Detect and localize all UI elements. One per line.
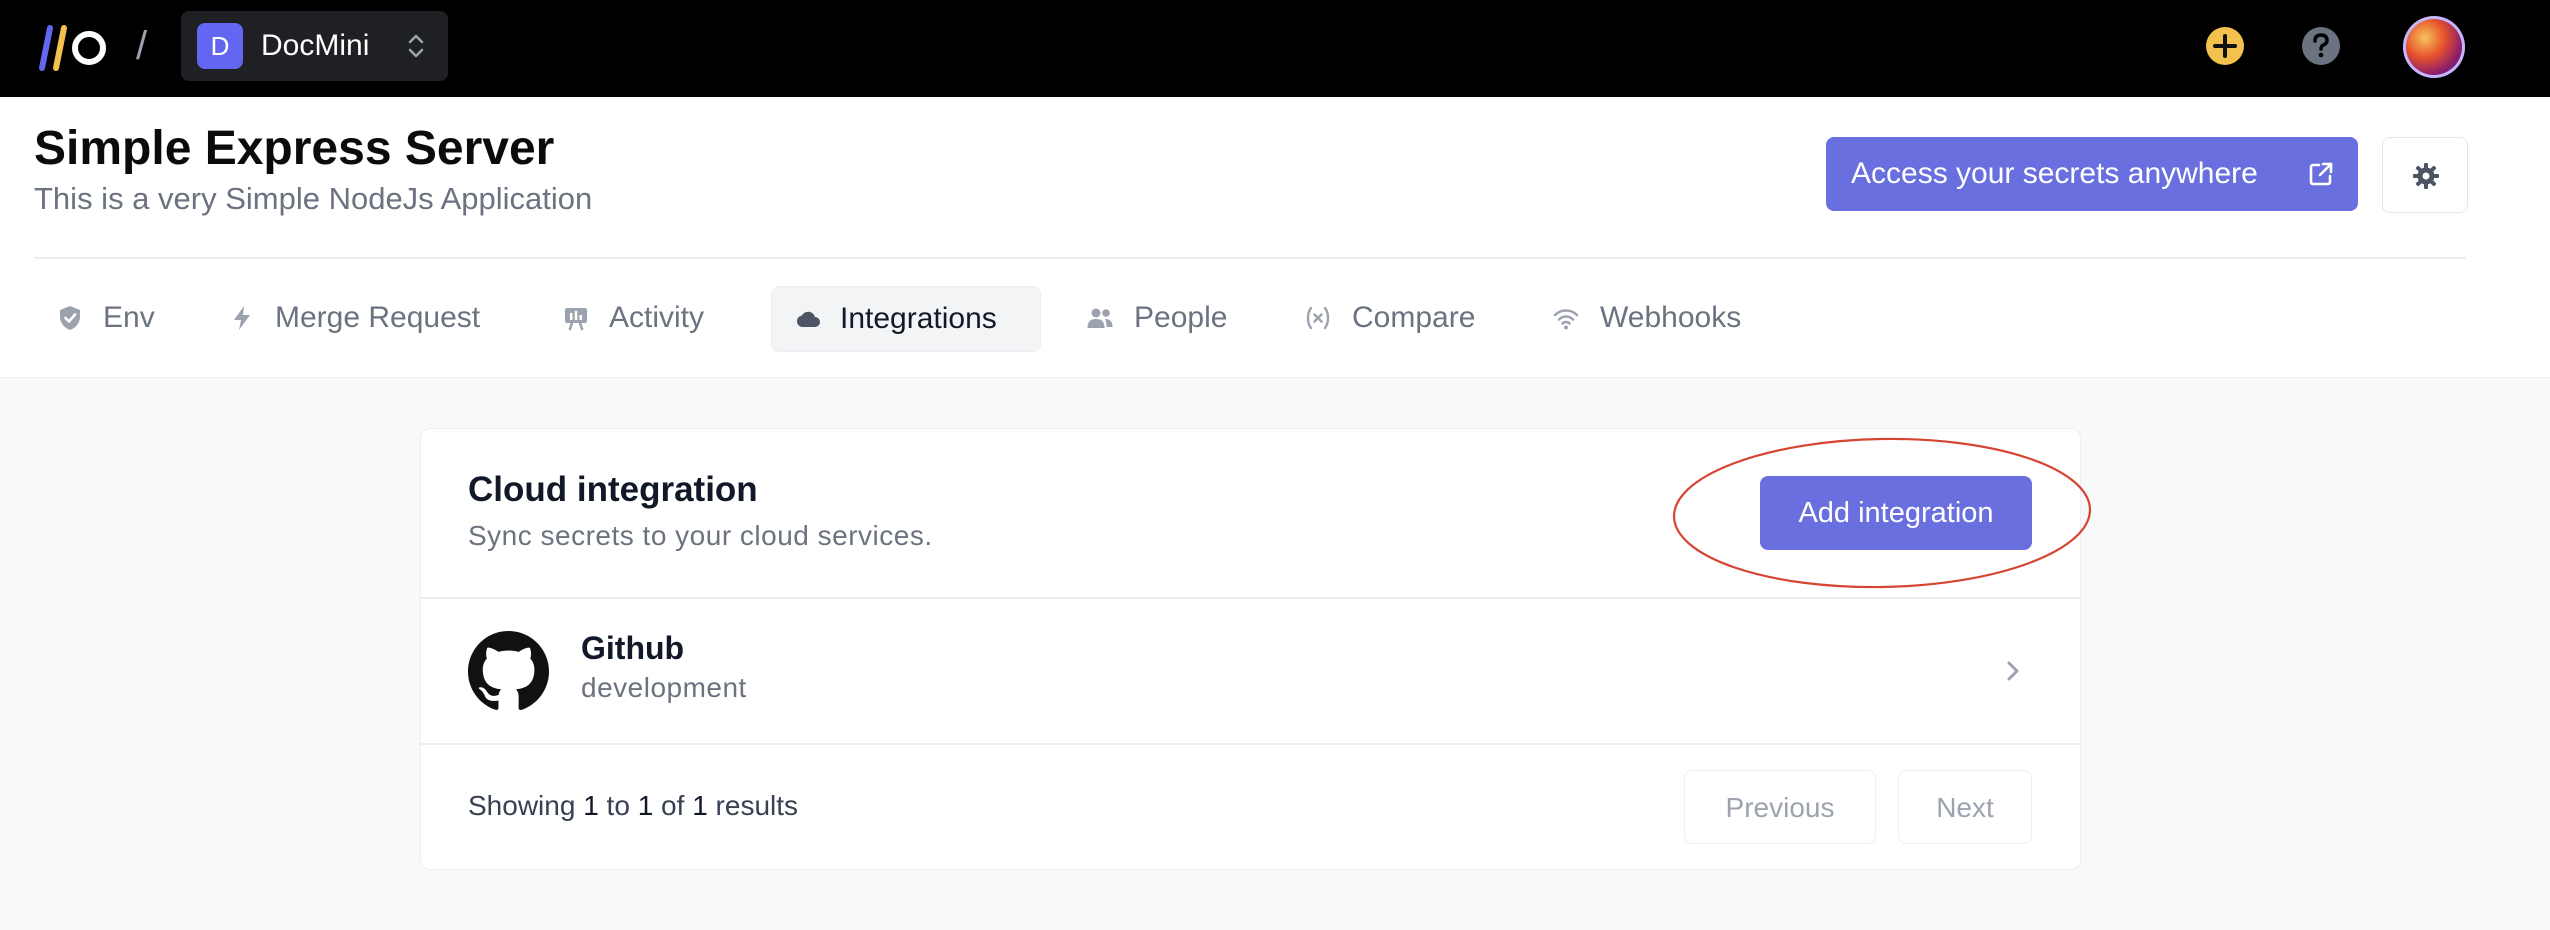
results-suffix: results (715, 790, 799, 821)
help-icon[interactable] (2297, 22, 2345, 70)
access-secrets-button[interactable]: Access your secrets anywhere (1826, 137, 2358, 211)
page-subtitle: This is a very Simple NodeJs Application (34, 181, 593, 216)
next-page-button[interactable]: Next (1898, 770, 2032, 844)
org-name: DocMini (261, 29, 370, 62)
project-header: Simple Express Server This is a very Sim… (0, 97, 2550, 378)
tab-webhooks-label: Webhooks (1600, 301, 1742, 334)
card-divider (421, 743, 2080, 745)
tab-compare[interactable]: Compare (1290, 286, 1504, 350)
integration-environment: development (581, 672, 747, 703)
tab-people-label: People (1134, 301, 1228, 334)
chevron-right-icon (2007, 661, 2019, 681)
external-link-icon (2309, 162, 2333, 186)
previous-page-button[interactable]: Previous (1684, 770, 1876, 844)
tab-people[interactable]: People (1072, 286, 1262, 350)
card-title: Cloud integration (468, 470, 758, 509)
results-total: 1 (692, 790, 708, 821)
org-avatar: D (197, 23, 243, 69)
app-logo-icon[interactable] (32, 24, 112, 72)
tab-integrations-label: Integrations (840, 302, 997, 335)
tab-merge-request[interactable]: Merge Request (212, 286, 502, 350)
chevron-up-down-icon (408, 34, 424, 58)
tab-integrations[interactable]: Integrations (771, 286, 1041, 352)
presentation-chart-icon (565, 308, 587, 331)
header-divider (34, 257, 2466, 259)
bolt-icon (234, 306, 250, 330)
page-title: Simple Express Server (34, 122, 555, 175)
tab-activity-label: Activity (609, 301, 705, 334)
results-to: 1 (637, 790, 654, 821)
users-icon (1087, 308, 1113, 328)
top-navbar: / D DocMini (0, 0, 2550, 97)
results-of-word: of (661, 790, 685, 821)
variable-icon (1306, 306, 1330, 330)
integration-name: Github (581, 630, 685, 666)
organization-switcher[interactable]: D DocMini (181, 11, 448, 81)
project-settings-button[interactable] (2382, 137, 2468, 213)
github-icon (468, 631, 549, 711)
tab-env-label: Env (103, 301, 155, 334)
user-avatar[interactable] (2403, 16, 2465, 78)
breadcrumb-separator: / (136, 24, 148, 68)
cloud-icon (796, 311, 820, 327)
tab-compare-label: Compare (1352, 301, 1476, 334)
tab-webhooks[interactable]: Webhooks (1536, 286, 1766, 350)
tab-activity[interactable]: Activity (546, 286, 736, 350)
gear-icon (2413, 163, 2439, 189)
results-to-word: to (606, 790, 630, 821)
tab-merge-request-label: Merge Request (275, 301, 481, 334)
access-secrets-label: Access your secrets anywhere (1851, 157, 2258, 190)
wifi-icon (1553, 309, 1579, 330)
results-from: 1 (583, 790, 599, 821)
add-integration-button[interactable]: Add integration (1760, 476, 2032, 550)
results-summary: Showing 1 to 1 of 1 results (468, 789, 798, 823)
card-subtitle: Sync secrets to your cloud services. (468, 520, 933, 551)
integration-row[interactable]: Github development (421, 599, 2080, 743)
tab-env[interactable]: Env (40, 286, 170, 350)
plus-circle-icon[interactable] (2201, 22, 2249, 70)
shield-check-icon (60, 306, 80, 330)
results-prefix: Showing (468, 790, 576, 821)
cloud-integration-card: Cloud integration Sync secrets to your c… (420, 428, 2092, 870)
